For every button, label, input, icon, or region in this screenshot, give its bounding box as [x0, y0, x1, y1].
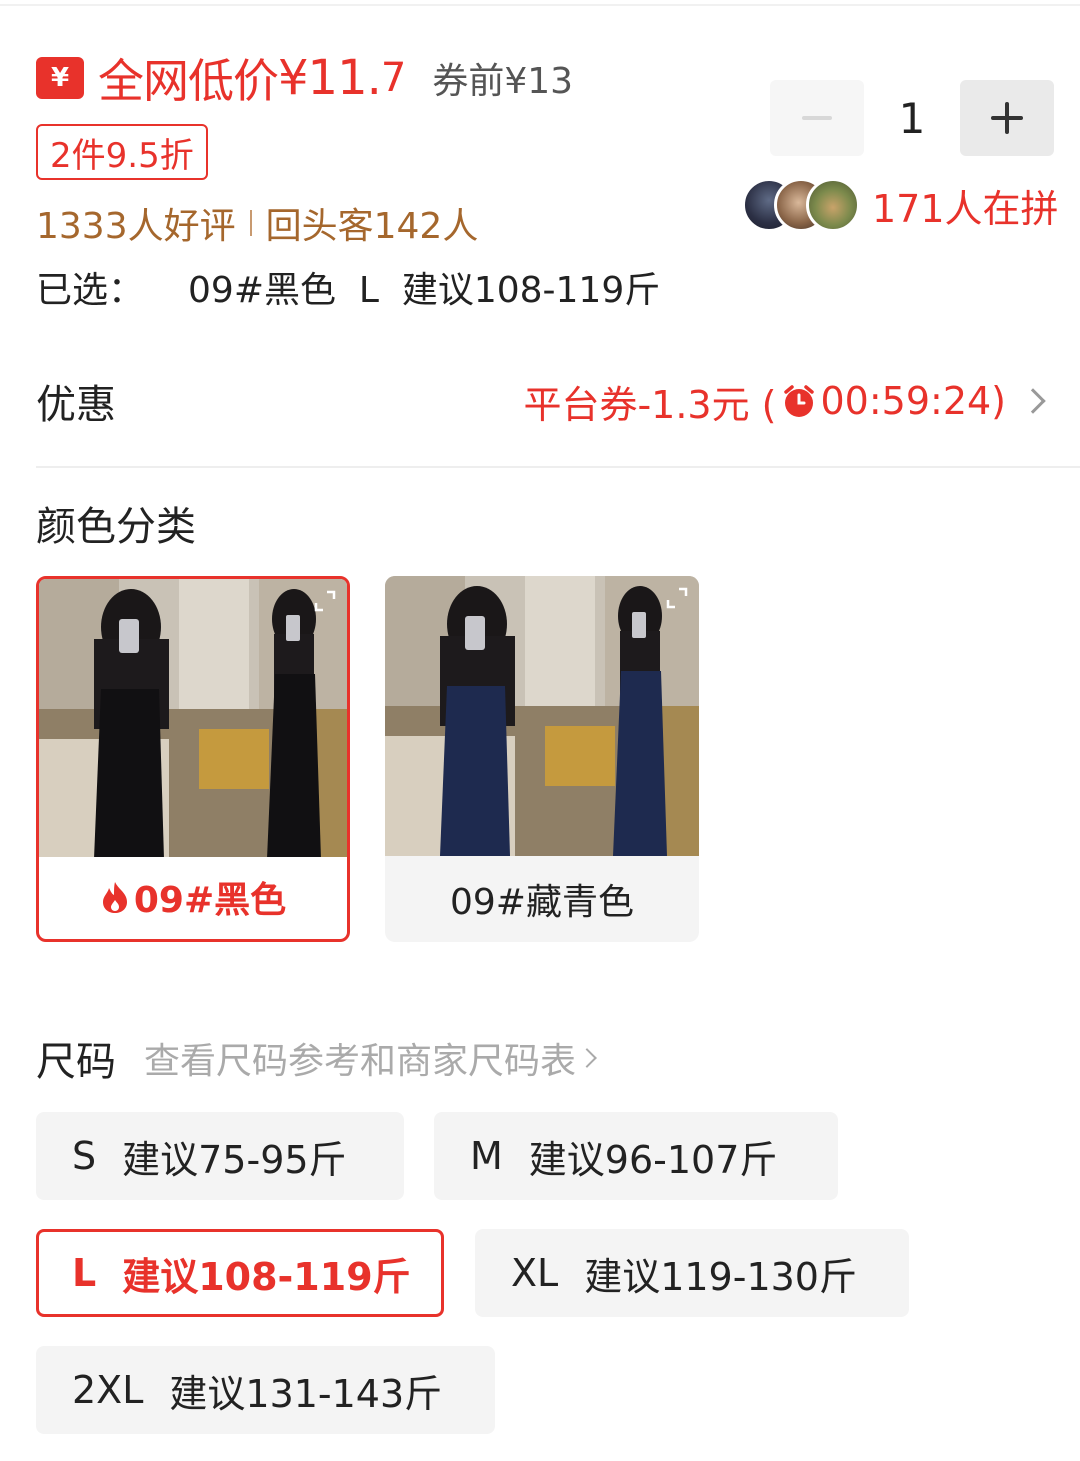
size-option-m[interactable]: M 建议96-107斤	[434, 1112, 838, 1200]
size-hint: 建议96-107斤	[528, 1137, 778, 1182]
size-section-title: 尺码	[36, 1039, 116, 1085]
expand-icon[interactable]	[313, 589, 337, 613]
size-code: XL	[511, 1251, 559, 1295]
size-hint: 建议108-119斤	[122, 1254, 411, 1299]
color-label-text: 09#黑色	[133, 880, 287, 921]
size-option-xl[interactable]: XL 建议119-130斤	[475, 1229, 909, 1317]
group-buy[interactable]: 171人在拼	[742, 176, 1059, 234]
price-before-coupon: 券前¥13	[432, 61, 574, 102]
size-code: M	[470, 1134, 503, 1178]
size-header: 尺码 查看尺码参考和商家尺码表	[36, 1030, 597, 1086]
yuan-badge-icon: ¥	[36, 57, 84, 99]
color-option-label: 09#黑色	[39, 855, 347, 939]
coupon-close-paren: )	[991, 379, 1006, 423]
fire-icon	[102, 882, 127, 913]
coupon-detail: 平台券-1.3元 ( 00:59:24 )	[523, 374, 1048, 429]
coupon-text: 平台券-1.3元 (	[523, 382, 777, 427]
top-divider	[0, 4, 1080, 6]
color-option-black[interactable]: 09#黑色	[36, 576, 350, 942]
avatar-stack	[742, 176, 860, 234]
size-option-s[interactable]: S 建议75-95斤	[36, 1112, 404, 1200]
price-decimal: 7	[380, 55, 407, 101]
price-prefix: 全网低价	[98, 54, 279, 108]
decrease-button[interactable]	[770, 80, 864, 156]
size-option-l[interactable]: L 建议108-119斤	[36, 1229, 444, 1317]
color-section-title: 颜色分类	[36, 504, 196, 550]
minus-icon	[802, 116, 832, 120]
color-option-navy[interactable]: 09#藏青色	[385, 576, 699, 942]
size-chart-link-text: 查看尺码参考和商家尺码表	[144, 1041, 577, 1082]
review-summary[interactable]: 1333人好评 回头客142人	[36, 198, 478, 248]
group-buy-count: 171人在拼	[872, 186, 1059, 231]
size-code: L	[72, 1251, 97, 1295]
expand-icon[interactable]	[665, 586, 689, 610]
quantity-value[interactable]: 1	[864, 94, 960, 143]
size-option-2xl[interactable]: 2XL 建议131-143斤	[36, 1346, 495, 1434]
size-hint: 建议131-143斤	[169, 1371, 443, 1416]
discount-tag: 2件9.5折	[36, 124, 208, 180]
review-separator	[249, 210, 252, 236]
color-option-label: 09#藏青色	[385, 856, 699, 942]
avatar	[806, 178, 860, 232]
size-code: 2XL	[72, 1368, 144, 1412]
selected-spec: 已选： 09#黑色 L 建议108-119斤	[36, 262, 660, 312]
positive-reviews: 1333人好评	[36, 206, 236, 247]
chevron-right-icon	[1020, 388, 1046, 414]
selected-label: 已选：	[36, 270, 145, 311]
product-photo	[385, 576, 699, 856]
price-row: ¥ 全网低价 ¥11. 7 券前¥13	[36, 48, 573, 108]
selected-value: 09#黑色 L 建议108-119斤	[188, 270, 661, 311]
increase-button[interactable]	[960, 80, 1054, 156]
coupon-countdown: 00:59:24	[820, 379, 992, 423]
chevron-right-icon	[577, 1048, 597, 1068]
section-divider	[36, 466, 1080, 468]
coupon-title: 优惠	[36, 382, 116, 428]
price-value: ¥11.	[278, 50, 382, 106]
size-code: S	[72, 1134, 97, 1178]
size-hint: 建议75-95斤	[122, 1137, 347, 1182]
repeat-customers: 回头客142人	[265, 206, 479, 247]
coupon-row[interactable]: 优惠 平台券-1.3元 ( 00:59:24 )	[36, 372, 1048, 430]
quantity-stepper: 1	[770, 80, 1054, 156]
product-photo	[39, 579, 347, 857]
size-chart-link[interactable]: 查看尺码参考和商家尺码表	[144, 1032, 597, 1084]
clock-icon	[783, 385, 814, 417]
plus-icon	[991, 102, 1023, 134]
size-hint: 建议119-130斤	[584, 1254, 857, 1299]
color-label-text: 09#藏青色	[450, 882, 634, 923]
